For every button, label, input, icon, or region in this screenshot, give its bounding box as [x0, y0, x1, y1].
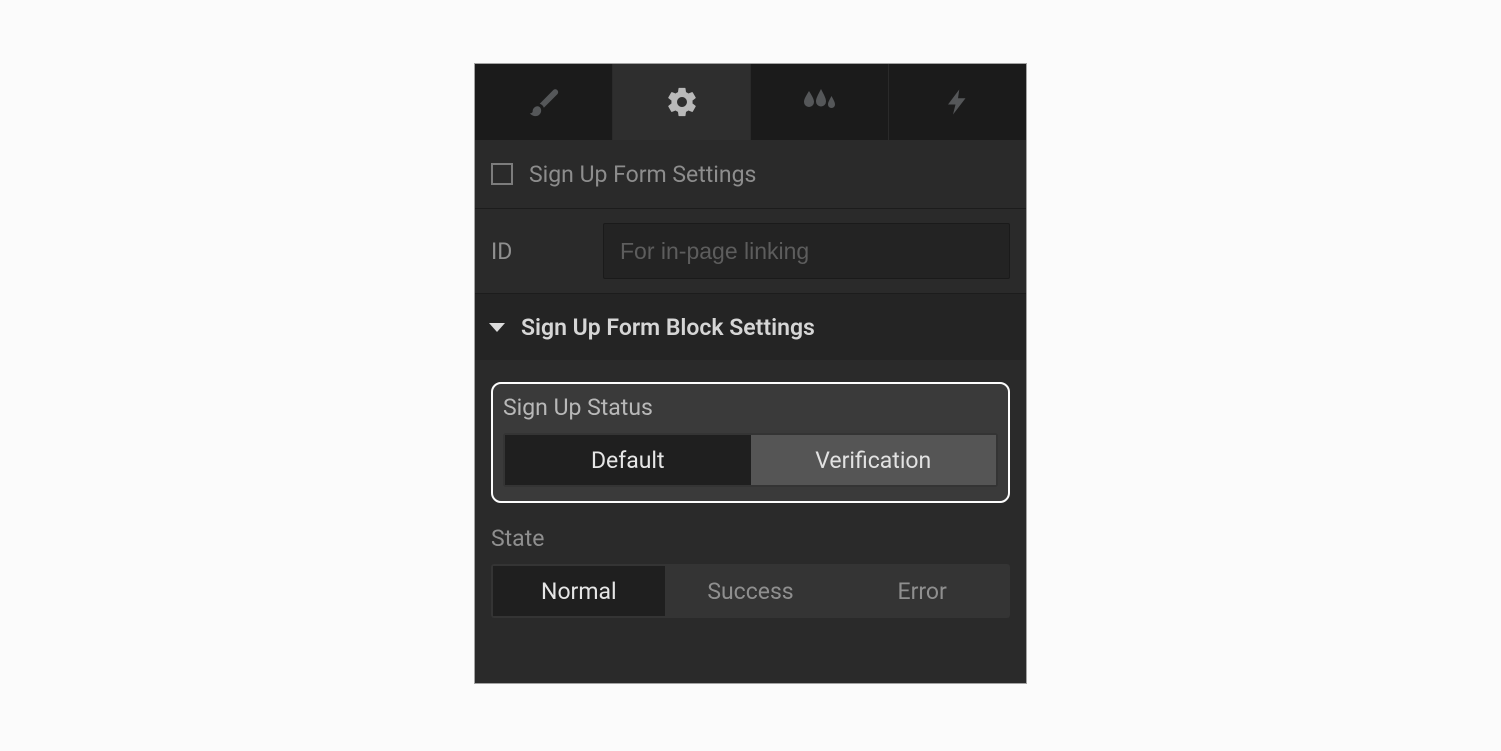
- gear-icon: [665, 85, 699, 119]
- sign-up-status-toggle: Default Verification: [503, 433, 998, 487]
- sign-up-status-group: Sign Up Status Default Verification: [491, 382, 1010, 503]
- caret-down-icon: [489, 323, 505, 332]
- state-toggle: Normal Success Error: [491, 564, 1010, 618]
- state-group: State Normal Success Error: [491, 525, 1010, 618]
- sign-up-status-option-verification[interactable]: Verification: [751, 435, 997, 485]
- block-settings-header[interactable]: Sign Up Form Block Settings: [475, 293, 1026, 360]
- state-option-success[interactable]: Success: [665, 566, 837, 616]
- tab-interactions[interactable]: [889, 64, 1026, 140]
- sign-up-form-settings-checkbox[interactable]: [491, 163, 513, 185]
- bolt-icon: [943, 87, 973, 117]
- block-settings-title: Sign Up Form Block Settings: [521, 314, 815, 341]
- tab-settings[interactable]: [613, 64, 751, 140]
- tab-style[interactable]: [475, 64, 613, 140]
- id-row: ID: [475, 209, 1026, 293]
- state-option-error[interactable]: Error: [836, 566, 1008, 616]
- block-settings-body: Sign Up Status Default Verification Stat…: [475, 360, 1026, 638]
- drops-icon: [800, 87, 840, 117]
- state-option-normal[interactable]: Normal: [493, 566, 665, 616]
- panel-tabs: [475, 64, 1026, 140]
- id-label: ID: [491, 238, 603, 265]
- sign-up-status-label: Sign Up Status: [503, 394, 998, 421]
- sign-up-status-option-default[interactable]: Default: [505, 435, 751, 485]
- id-input[interactable]: [603, 223, 1010, 279]
- state-label: State: [491, 525, 1010, 552]
- section-sign-up-form-settings: Sign Up Form Settings: [475, 140, 1026, 209]
- tab-effects[interactable]: [751, 64, 889, 140]
- settings-panel: Sign Up Form Settings ID Sign Up Form Bl…: [475, 64, 1026, 683]
- brush-icon: [527, 85, 561, 119]
- sign-up-form-settings-label: Sign Up Form Settings: [529, 161, 756, 188]
